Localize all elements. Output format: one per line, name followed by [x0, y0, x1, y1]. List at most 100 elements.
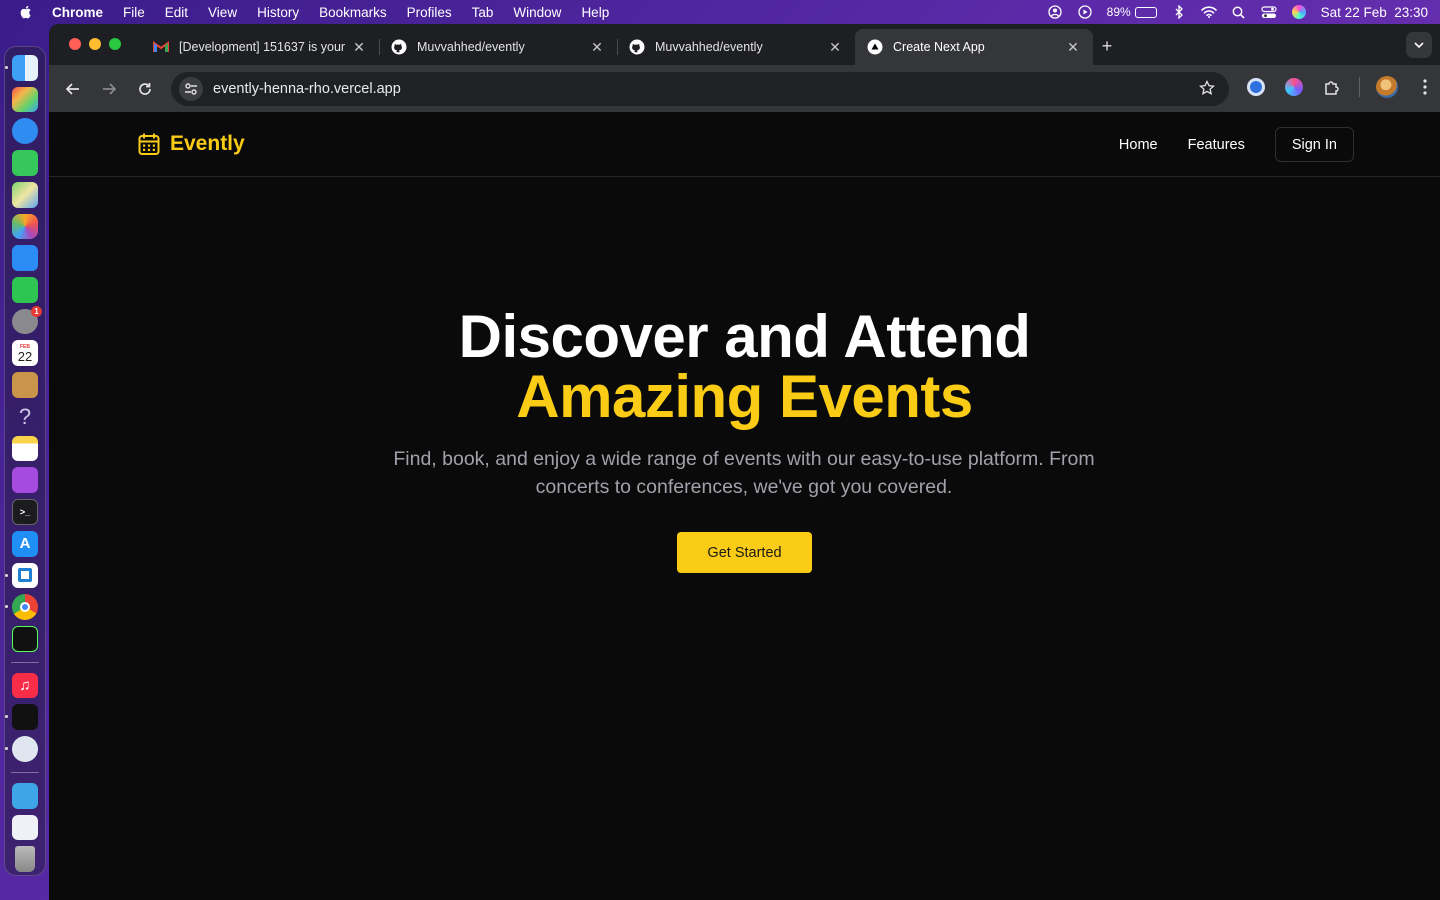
tab-title: Muvvahhed/evently: [655, 40, 763, 54]
address-bar[interactable]: evently-henna-rho.vercel.app: [171, 72, 1229, 106]
music-icon[interactable]: ♫: [12, 672, 38, 699]
close-tab-icon[interactable]: ✕: [351, 39, 367, 55]
finder-icon[interactable]: [5, 55, 38, 81]
menu-view[interactable]: View: [208, 5, 237, 20]
mail-icon[interactable]: [12, 245, 38, 271]
launchpad-icon[interactable]: [12, 86, 38, 113]
hero-heading-line2: Amazing Events: [516, 363, 973, 430]
close-window-button[interactable]: [69, 38, 81, 50]
siri-icon[interactable]: [1291, 4, 1307, 20]
messages-icon[interactable]: [12, 150, 38, 176]
safari-icon[interactable]: [12, 118, 38, 145]
extensions-puzzle-icon[interactable]: [1321, 76, 1343, 98]
get-started-button[interactable]: Get Started: [677, 532, 812, 573]
minimize-window-button[interactable]: [89, 38, 101, 50]
github-icon: [629, 39, 645, 55]
brand-logo[interactable]: Evently: [138, 132, 245, 156]
macos-menu-bar: Chrome File Edit View History Bookmarks …: [0, 0, 1440, 24]
tab-list: [Development] 151637 is your ✕ Muvvahhed…: [141, 29, 1093, 65]
sign-in-button[interactable]: Sign In: [1274, 127, 1354, 162]
chrome-icon[interactable]: [5, 594, 38, 620]
trash-icon[interactable]: [15, 846, 35, 872]
maps-icon[interactable]: [12, 181, 38, 208]
color-extension-icon[interactable]: [1283, 76, 1305, 98]
running-indicator: [5, 747, 8, 751]
facetime-icon[interactable]: [12, 276, 38, 303]
browser-window: [Development] 151637 is your ✕ Muvvahhed…: [49, 24, 1440, 900]
reload-button[interactable]: [131, 75, 159, 103]
cursor-icon[interactable]: [5, 704, 38, 731]
downloads-folder-icon[interactable]: [12, 782, 38, 809]
bluetooth-icon[interactable]: [1171, 4, 1187, 20]
nav-home-link[interactable]: Home: [1119, 137, 1158, 153]
calendar-day: 22: [17, 348, 33, 364]
hero-subtitle: Find, book, and enjoy a wide range of ev…: [393, 448, 1095, 498]
apple-menu-icon[interactable]: [18, 4, 34, 20]
menu-tab[interactable]: Tab: [472, 5, 494, 20]
terminal-icon[interactable]: >_: [12, 499, 38, 525]
menu-help[interactable]: Help: [581, 5, 609, 20]
site-nav-links: Home Features Sign In: [1119, 127, 1354, 162]
control-center-icon[interactable]: [1261, 4, 1277, 20]
tab-title: Create Next App: [893, 40, 985, 54]
help-icon[interactable]: ?: [12, 404, 38, 430]
tab-title: Muvvahhed/evently: [417, 40, 525, 54]
github-icon: [391, 39, 407, 55]
menu-file[interactable]: File: [123, 5, 145, 20]
tab-github-2[interactable]: Muvvahhed/evently ✕: [617, 29, 855, 65]
battery-status[interactable]: 89%: [1107, 5, 1157, 19]
spotlight-search-icon[interactable]: [1231, 4, 1247, 20]
system-settings-icon[interactable]: 1: [12, 305, 42, 335]
user-status-icon[interactable]: [1047, 4, 1063, 20]
contacts-icon[interactable]: [12, 372, 38, 398]
tab-create-next-app[interactable]: Create Next App ✕: [855, 29, 1093, 65]
gmail-icon: [153, 39, 169, 55]
menubar-clock[interactable]: Sat 22 Feb 23:30: [1321, 5, 1428, 20]
new-tab-button[interactable]: +: [1099, 36, 1115, 57]
site-header: Evently Home Features Sign In: [49, 112, 1440, 177]
window-controls: [69, 38, 121, 50]
notification-badge: 1: [31, 305, 42, 317]
tab-gmail[interactable]: [Development] 151637 is your ✕: [141, 29, 380, 65]
dock-separator: [11, 661, 39, 663]
running-indicator: [5, 66, 8, 69]
toolbar-separator: [1359, 77, 1360, 97]
vscode-icon[interactable]: [5, 562, 38, 589]
close-tab-icon[interactable]: ✕: [1065, 39, 1081, 55]
podcasts-icon[interactable]: [12, 467, 38, 494]
more-menu-icon[interactable]: [1414, 76, 1436, 98]
close-tab-icon[interactable]: ✕: [589, 39, 605, 55]
ai-app-icon[interactable]: [5, 736, 38, 762]
menu-edit[interactable]: Edit: [165, 5, 188, 20]
bookmark-star-icon[interactable]: [1198, 79, 1216, 101]
menu-chrome[interactable]: Chrome: [52, 5, 103, 20]
preview-icon[interactable]: [12, 814, 38, 841]
menu-history[interactable]: History: [257, 5, 299, 20]
battery-percent: 89%: [1106, 5, 1131, 19]
browser-toolbar: evently-henna-rho.vercel.app: [49, 65, 1440, 112]
site-settings-icon[interactable]: [179, 77, 203, 101]
app-store-icon[interactable]: A: [12, 530, 38, 557]
wifi-icon[interactable]: [1200, 4, 1217, 20]
menu-profiles[interactable]: Profiles: [407, 5, 452, 20]
tab-github-1[interactable]: Muvvahhed/evently ✕: [379, 29, 618, 65]
running-indicator: [5, 605, 8, 609]
calendar-icon[interactable]: FEB 22: [12, 340, 38, 367]
profile-avatar[interactable]: [1376, 76, 1398, 98]
zoom-window-button[interactable]: [109, 38, 121, 50]
iterm-icon[interactable]: [12, 625, 38, 652]
url-text: evently-henna-rho.vercel.app: [213, 81, 401, 97]
close-tab-icon[interactable]: ✕: [827, 39, 843, 55]
onepassword-extension-icon[interactable]: [1245, 76, 1267, 98]
nav-features-link[interactable]: Features: [1188, 137, 1245, 153]
menu-window[interactable]: Window: [513, 5, 561, 20]
menu-bookmarks[interactable]: Bookmarks: [319, 5, 387, 20]
play-status-icon[interactable]: [1077, 4, 1093, 20]
extensions-area: [1245, 76, 1436, 98]
calendar-icon: [138, 133, 160, 155]
forward-button[interactable]: [95, 75, 123, 103]
back-button[interactable]: [59, 75, 87, 103]
photos-icon[interactable]: [12, 213, 38, 240]
notes-icon[interactable]: [12, 435, 38, 462]
tab-search-button[interactable]: [1406, 32, 1432, 58]
